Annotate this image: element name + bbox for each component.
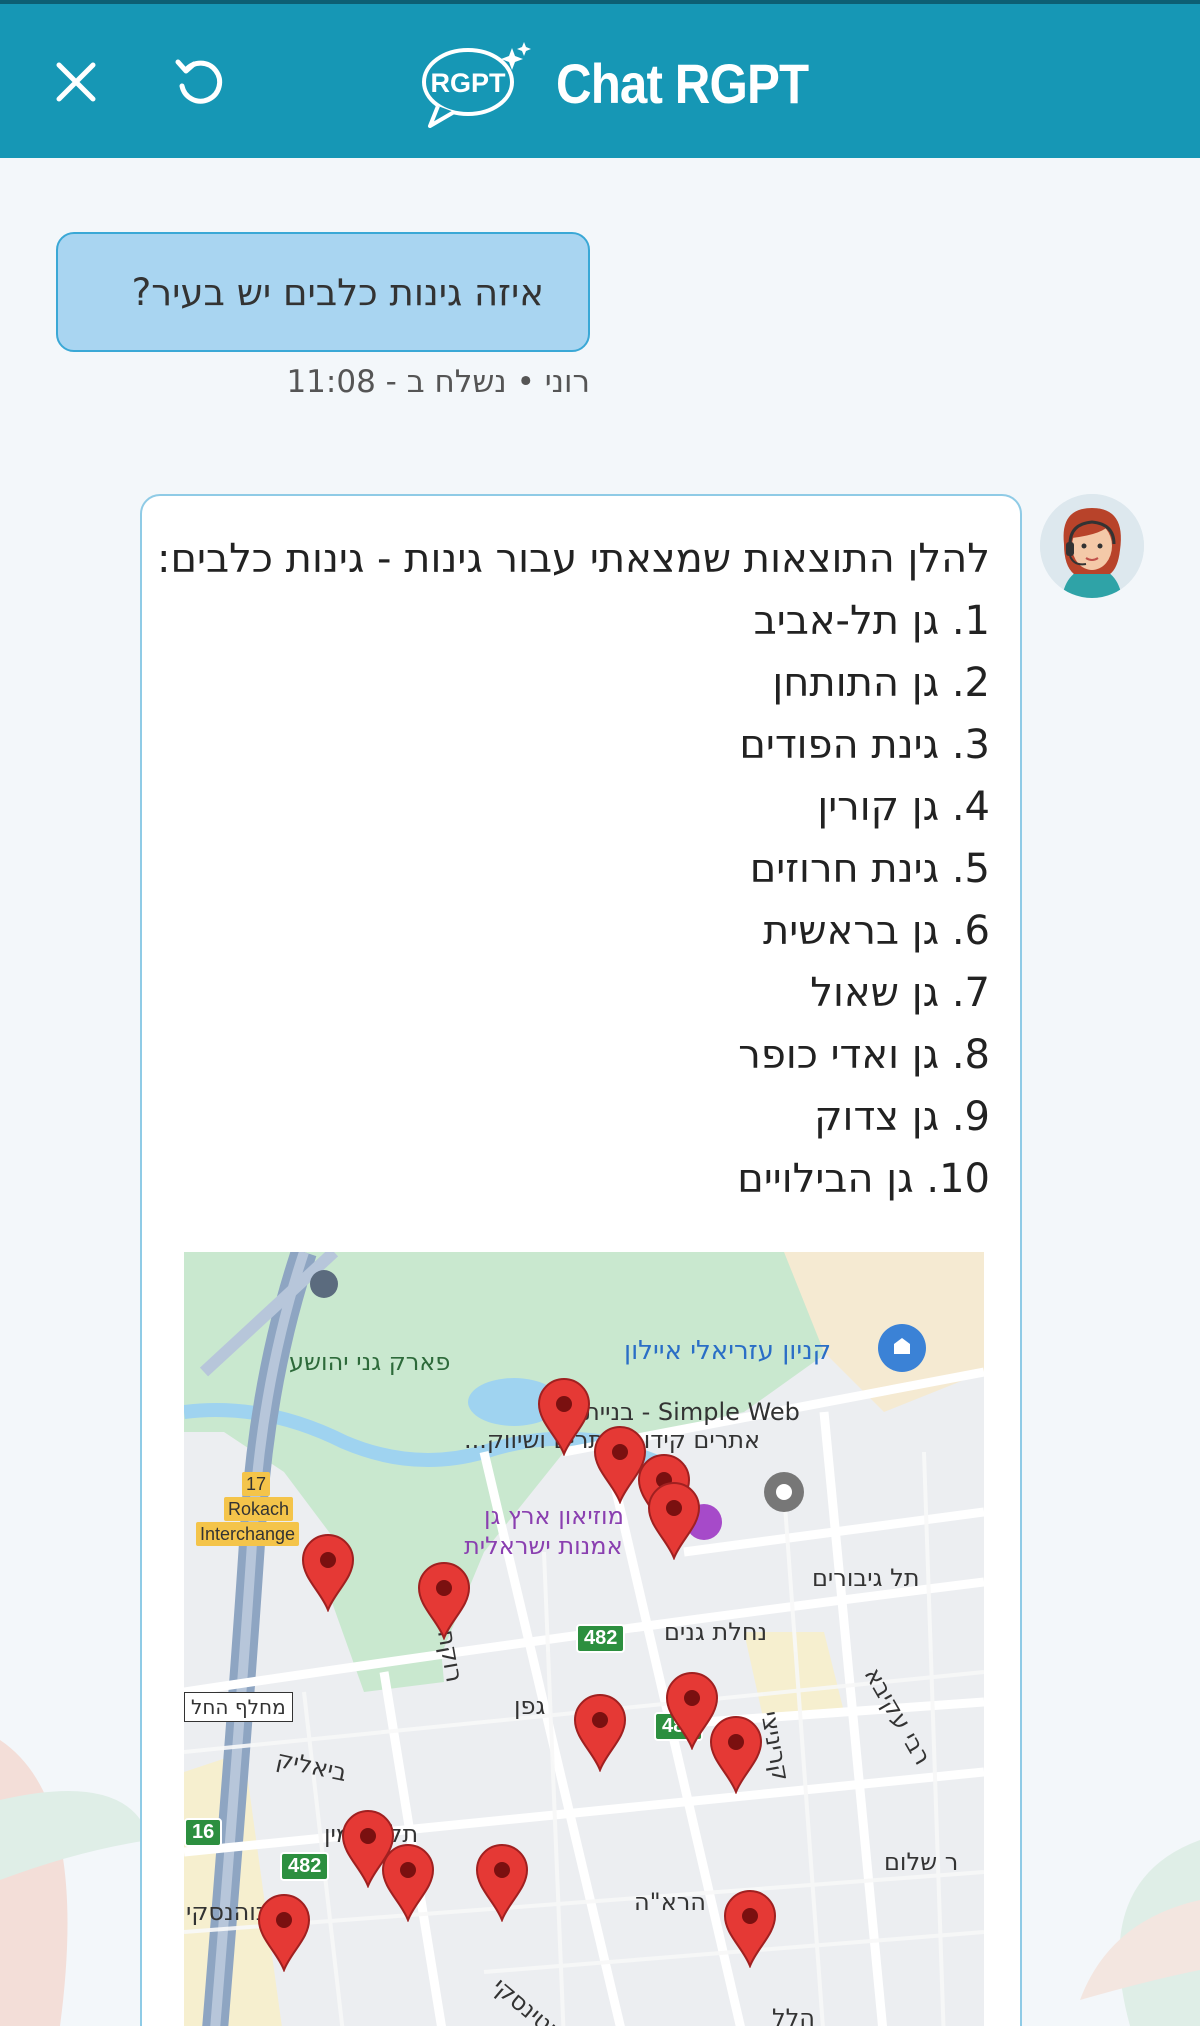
- map-label-business: Simple Web - בניית: [584, 1398, 800, 1426]
- result-item: 4. גן קורין: [817, 784, 990, 830]
- app-header: RGPT Chat RGPT: [0, 0, 1200, 158]
- map-marker[interactable]: [379, 1842, 437, 1922]
- map-marker[interactable]: [721, 1888, 779, 1968]
- refresh-button[interactable]: [162, 44, 238, 120]
- map-label-interchange: מחלף החל: [184, 1692, 293, 1722]
- road-shield-482-b: 482: [280, 1852, 330, 1881]
- map-label-museum-sub: אמנות ישראלית: [464, 1532, 623, 1560]
- result-item: 8. גן ואדי כופר: [738, 1032, 990, 1078]
- road-shield-482: 482: [576, 1624, 626, 1653]
- map-marker[interactable]: [535, 1376, 593, 1456]
- brand: RGPT Chat RGPT: [420, 38, 843, 128]
- result-item: 5. גינת חרוזים: [749, 846, 990, 892]
- results-map[interactable]: פארק גני יהושע קניון עזריאלי איילון Simp…: [184, 1252, 984, 2026]
- map-label-hillel: הלל: [772, 2004, 815, 2026]
- background-leaf-right: [1080, 1840, 1200, 2026]
- results-list: 1. גן תל-אביב 2. גן התותחן 3. גינת הפודי…: [160, 590, 990, 1210]
- result-item: 10. גן הבילויים: [737, 1156, 990, 1202]
- user-message-bubble: איזה גינות כלבים יש בעיר?: [56, 232, 590, 352]
- app-name: Chat RGPT: [556, 51, 809, 115]
- map-label-museum: מוזיאון ארץ גן: [484, 1502, 624, 1530]
- user-message-meta: רוני • נשלח ב - 11:08: [286, 364, 590, 400]
- bot-avatar: [1040, 494, 1144, 598]
- logo-text: RGPT: [430, 68, 506, 98]
- result-item: 1. גן תל-אביב: [753, 598, 990, 644]
- map-label-park: פארק גני יהושע: [289, 1348, 451, 1376]
- map-marker[interactable]: [707, 1714, 765, 1794]
- bot-message-bubble: להלן התוצאות שמצאתי עבור גינות - גינות כ…: [140, 494, 1022, 2026]
- map-marker[interactable]: [473, 1842, 531, 1922]
- user-message-text: איזה גינות כלבים יש בעיר?: [131, 270, 544, 314]
- map-marker[interactable]: [255, 1892, 313, 1972]
- map-label-harav-kook: הרא"ה: [634, 1888, 706, 1916]
- map-marker[interactable]: [299, 1532, 357, 1612]
- map-marker[interactable]: [415, 1560, 473, 1640]
- result-item: 6. גן בראשית: [763, 908, 990, 954]
- map-label-shalom: ר שלום: [884, 1848, 959, 1876]
- map-marker[interactable]: [591, 1424, 649, 1504]
- result-item: 7. גן שאול: [810, 970, 990, 1016]
- close-button[interactable]: [38, 44, 114, 120]
- map-label-mall: קניון עזריאלי איילון: [624, 1336, 832, 1366]
- bot-intro: להלן התוצאות שמצאתי עבור גינות - גינות כ…: [156, 536, 990, 582]
- interchange-sub: Interchange: [196, 1522, 300, 1546]
- result-item: 2. גן התותחן: [772, 660, 990, 706]
- map-marker[interactable]: [571, 1692, 629, 1772]
- interchange-number: 17: [242, 1472, 271, 1496]
- background-leaf-left: [0, 1740, 150, 2026]
- rokach-interchange-label: 17 Rokach Interchange: [196, 1472, 300, 1547]
- map-label-tel-giborim: תל גיבורים: [812, 1564, 920, 1592]
- map-marker[interactable]: [645, 1480, 703, 1560]
- result-item: 9. גן צדוק: [814, 1094, 990, 1140]
- map-label-gefen: גפן: [514, 1692, 546, 1720]
- close-icon: [56, 62, 96, 102]
- rgpt-logo: RGPT: [420, 42, 532, 128]
- interchange-name: Rokach: [224, 1497, 294, 1521]
- bot-message-text: להלן התוצאות שמצאתי עבור גינות - גינות כ…: [156, 528, 990, 1210]
- map-label-nahalat-ganim: נחלת גנים: [664, 1618, 768, 1646]
- road-shield-16: 16: [184, 1818, 223, 1847]
- refresh-icon: [175, 59, 223, 104]
- result-item: 3. גינת הפודים: [739, 722, 990, 768]
